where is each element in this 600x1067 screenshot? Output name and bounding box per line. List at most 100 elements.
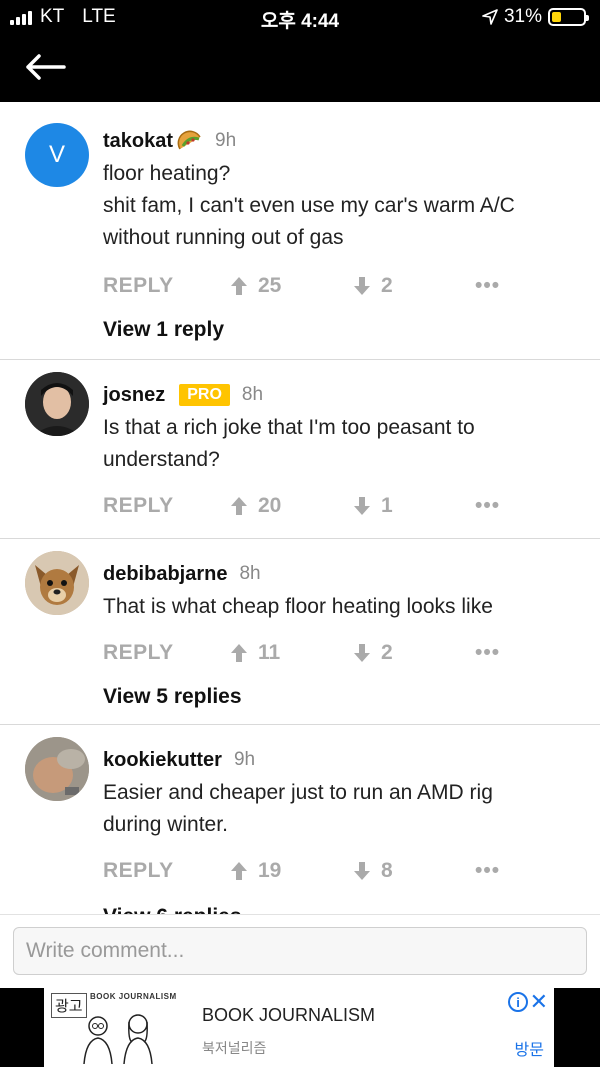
upvote-arrow-icon	[231, 277, 247, 295]
comment-text-line: understand?	[103, 448, 220, 471]
user-photo-icon	[25, 737, 89, 801]
comment-text: Is that a rich joke that I'm too peasant…	[103, 412, 580, 476]
reply-button[interactable]: REPLY	[103, 641, 174, 665]
status-bar: KT LTE 오후 4:44 31%	[0, 0, 600, 34]
comment-body: debibabjarne 8h That is what cheap floor…	[103, 561, 580, 623]
comment-text: floor heating? shit fam, I can't even us…	[103, 158, 580, 254]
upvote-button[interactable]: 20	[230, 494, 281, 518]
upvote-button[interactable]: 19	[230, 859, 281, 883]
pro-badge: PRO	[179, 384, 230, 406]
comment-meta: kookiekutter 9h	[103, 747, 580, 773]
downvote-arrow-icon	[354, 277, 370, 295]
ad-banner[interactable]: 광고 BOOK JOURNALISM BOOK JOURNALISM 북저널리즘…	[44, 988, 554, 1067]
upvote-arrow-icon	[231, 644, 247, 662]
more-options-button[interactable]: •••	[475, 859, 500, 883]
view-replies-link[interactable]: View 1 reply	[103, 318, 224, 342]
comment-text-line: floor heating?	[103, 162, 231, 185]
taco-icon	[177, 130, 201, 150]
status-right: 31%	[482, 6, 589, 28]
upvote-button[interactable]: 11	[230, 641, 280, 665]
comment-meta: josnez PRO 8h	[103, 382, 580, 408]
comment-actions: REPLY 25 2 •••	[103, 274, 580, 304]
comment-text-line: That is what cheap floor heating looks l…	[103, 595, 493, 618]
username[interactable]: kookiekutter	[103, 749, 222, 772]
ad-subtitle: 북저널리즘	[202, 1040, 267, 1056]
upvote-count: 19	[258, 859, 282, 882]
more-options-button[interactable]: •••	[475, 494, 500, 518]
downvote-count: 2	[381, 641, 393, 664]
avatar[interactable]	[25, 372, 89, 436]
comments-list[interactable]: V takokat 9h floor heating? shit fam, I …	[0, 102, 600, 914]
comment-time: 9h	[215, 130, 237, 151]
back-arrow-icon[interactable]	[24, 52, 68, 82]
avatar[interactable]	[25, 551, 89, 615]
upvote-arrow-icon	[231, 862, 247, 880]
comment-item: josnez PRO 8h Is that a rich joke that I…	[0, 360, 600, 539]
comment-actions: REPLY 19 8 •••	[103, 859, 580, 889]
ad-info-icon[interactable]: i	[508, 992, 528, 1012]
ad-illustration-icon	[83, 1014, 153, 1065]
comment-body: takokat 9h floor heating? shit fam, I ca…	[103, 128, 580, 254]
comment-composer	[0, 914, 600, 988]
reply-button[interactable]: REPLY	[103, 859, 174, 883]
downvote-arrow-icon	[354, 497, 370, 515]
battery-icon	[548, 8, 589, 26]
ad-visit-button[interactable]: 방문	[515, 1036, 544, 1060]
ad-title[interactable]: BOOK JOURNALISM	[202, 1005, 375, 1026]
more-options-button[interactable]: •••	[475, 274, 500, 298]
downvote-button[interactable]: 8	[353, 859, 393, 883]
comment-body: josnez PRO 8h Is that a rich joke that I…	[103, 382, 580, 476]
more-options-button[interactable]: •••	[475, 641, 500, 665]
reply-button[interactable]: REPLY	[103, 274, 174, 298]
comment-text: That is what cheap floor heating looks l…	[103, 591, 580, 623]
comment-actions: REPLY 20 1 •••	[103, 494, 580, 524]
ad-close-icon[interactable]: ✕	[530, 989, 548, 1015]
comment-time: 8h	[241, 384, 264, 405]
avatar-initial: V	[48, 141, 65, 168]
comment-text-line: shit fam, I can't even use my car's warm…	[103, 194, 515, 217]
top-navigation-bar	[0, 34, 600, 102]
ad-brand-small: BOOK JOURNALISM	[90, 992, 177, 1001]
upvote-button[interactable]: 25	[230, 274, 281, 298]
upvote-count: 11	[258, 641, 281, 664]
downvote-count: 1	[381, 494, 393, 517]
reply-button[interactable]: REPLY	[103, 494, 174, 518]
avatar[interactable]: V	[25, 123, 89, 187]
downvote-button[interactable]: 1	[353, 494, 393, 518]
comment-input[interactable]	[13, 927, 587, 975]
comment-item: kookiekutter 9h Easier and cheaper just …	[0, 725, 600, 914]
username[interactable]: takokat	[103, 130, 173, 153]
comment-text-line: during winter.	[103, 813, 228, 836]
comment-meta: takokat 9h	[103, 128, 580, 154]
downvote-count: 2	[381, 274, 393, 297]
user-photo-icon	[25, 372, 89, 436]
username[interactable]: debibabjarne	[103, 563, 227, 586]
username[interactable]: josnez	[103, 384, 165, 407]
comment-meta: debibabjarne 8h	[103, 561, 580, 587]
downvote-count: 8	[381, 859, 393, 882]
upvote-count: 25	[258, 274, 282, 297]
battery-percent: 31%	[503, 6, 542, 27]
location-arrow-icon	[482, 9, 498, 25]
downvote-button[interactable]: 2	[353, 274, 393, 298]
comment-actions: REPLY 11 2 •••	[103, 641, 580, 671]
downvote-button[interactable]: 2	[353, 641, 393, 665]
comment-item: V takokat 9h floor heating? shit fam, I …	[0, 108, 600, 360]
view-replies-link[interactable]: View 5 replies	[103, 685, 242, 709]
downvote-arrow-icon	[354, 862, 370, 880]
view-replies-link[interactable]: View 6 replies	[103, 905, 242, 914]
avatar[interactable]	[25, 737, 89, 801]
downvote-arrow-icon	[354, 644, 370, 662]
dog-photo-icon	[25, 551, 89, 615]
upvote-arrow-icon	[231, 497, 247, 515]
comment-text: Easier and cheaper just to run an AMD ri…	[103, 777, 580, 841]
comment-time: 9h	[233, 749, 256, 770]
upvote-count: 20	[258, 494, 282, 517]
comment-body: kookiekutter 9h Easier and cheaper just …	[103, 747, 580, 841]
comment-item: debibabjarne 8h That is what cheap floor…	[0, 539, 600, 725]
comment-text-line: Easier and cheaper just to run an AMD ri…	[103, 781, 493, 804]
battery-fill	[552, 12, 562, 22]
comment-text-line: Is that a rich joke that I'm too peasant…	[103, 416, 475, 439]
comment-time: 8h	[239, 563, 261, 584]
comment-text-line: without running out of gas	[103, 226, 344, 249]
